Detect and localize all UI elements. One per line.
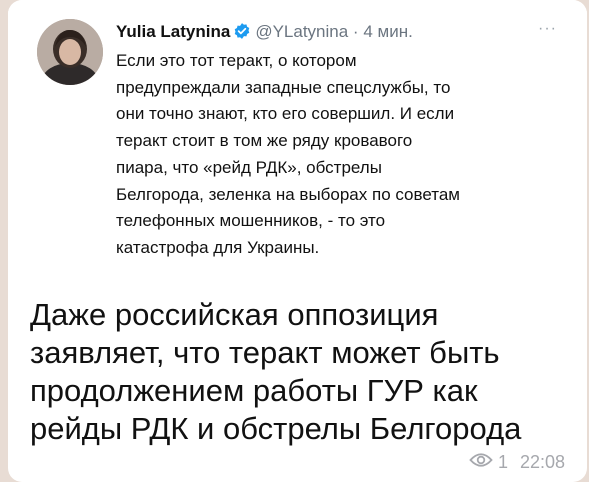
tweet-line: катастрофа для Украины. [116, 237, 320, 257]
more-options-icon[interactable]: ··· [538, 20, 557, 38]
tweet-line: пиара, что «рейд РДК», обстрелы [116, 157, 382, 177]
message-time: 22:08 [519, 452, 565, 472]
header-separator: · [352, 22, 359, 41]
message-line: рейды РДК и обстрелы Белгорода [30, 411, 522, 446]
tweet-line: теракт стоит в том же ряду кровавого [116, 131, 413, 151]
tweet-line: Если это тот теракт, о котором [116, 51, 357, 70]
tweet-handle[interactable]: @YLatynina [255, 22, 348, 41]
tweet-line: Белгорода, зеленка на выборах по советам [116, 184, 460, 204]
tweet-line: предупреждали западные спецслужбы, то [116, 77, 451, 97]
tweet-text: Если это тот теракт, о котором предупреж… [116, 48, 576, 262]
view-count: 1 [497, 452, 508, 472]
message-line: продолжением работы ГУР как [30, 373, 478, 408]
message-bubble: Yulia Latynina @YLatynina · 4 мин. ··· Ес… [8, 0, 587, 482]
message-meta: 1 22:08 [469, 452, 565, 473]
tweet-header: Yulia Latynina @YLatynina · 4 мин. [116, 22, 413, 45]
tweet-time[interactable]: 4 мин. [363, 22, 412, 41]
eye-icon [469, 452, 493, 473]
tweet-line: телефонных мошенников, - то это [116, 211, 386, 231]
tweet-author[interactable]: Yulia Latynina [116, 22, 230, 41]
embedded-tweet[interactable]: Yulia Latynina @YLatynina · 4 мин. ··· Ес… [8, 0, 587, 288]
message-line: заявляет, что теракт может быть [30, 335, 500, 370]
message-text: Даже российская оппозиция заявляет, что … [30, 296, 585, 448]
message-line: Даже российская оппозиция [30, 297, 439, 332]
tweet-line: они точно знают, кто его совершил. И есл… [116, 104, 455, 124]
avatar[interactable] [37, 19, 103, 85]
verified-badge-icon [233, 22, 251, 45]
